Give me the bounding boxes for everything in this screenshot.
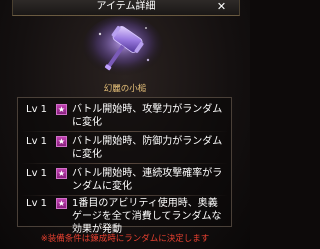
title-bar: アイテム詳細 ✕ [12, 0, 240, 16]
skill-list: Lv 1 ★ バトル開始時、攻撃力がランダム に変化 Lv 1 ★ バトル開始時… [17, 97, 232, 235]
star-icon: ★ [56, 168, 67, 179]
divider [21, 163, 228, 164]
skill-line: バトル開始時、攻撃力がランダム [72, 104, 223, 115]
equip-condition-notice: ※装備条件は錬成時にランダムに決定します [40, 234, 210, 244]
skill-line: に変化 [72, 149, 102, 160]
window-title: アイテム詳細 [96, 1, 156, 12]
skill-line: 1番目のアビリティ使用時、奥義 [72, 198, 218, 209]
skill-level: Lv 1 [26, 168, 48, 179]
skill-line: に変化 [72, 117, 102, 128]
skill-line: バトル開始時、連続攻撃確率がラ [72, 168, 223, 179]
skill-level: Lv 1 [26, 104, 48, 115]
skill-line: ンダムに変化 [72, 181, 132, 192]
divider [21, 195, 228, 196]
skill-description: 1番目のアビリティ使用時、奥義 ゲージを全て消費してランダムな 効果が発動 [72, 197, 228, 236]
item-detail-window: アイテム詳細 ✕ 幻麗の小槌 Lv 1 ★ バトル開始時、攻撃力がランダム に変… [0, 0, 250, 249]
skill-description: バトル開始時、連続攻撃確率がラ ンダムに変化 [72, 167, 228, 193]
skill-line: ゲージを全て消費してランダムな [72, 211, 222, 222]
divider [21, 131, 228, 132]
item-name: 幻麗の小槌 [103, 84, 147, 94]
skill-level: Lv 1 [26, 198, 48, 209]
magic-mallet-icon [83, 16, 163, 76]
skill-description: バトル開始時、防御力がランダム に変化 [72, 135, 228, 161]
star-icon: ★ [56, 136, 67, 147]
close-button[interactable]: ✕ [214, 1, 229, 13]
star-icon: ★ [56, 198, 67, 209]
star-icon: ★ [56, 104, 67, 115]
skill-level: Lv 1 [26, 136, 48, 147]
skill-description: バトル開始時、攻撃力がランダム に変化 [72, 103, 228, 129]
skill-line: バトル開始時、防御力がランダム [72, 136, 223, 147]
